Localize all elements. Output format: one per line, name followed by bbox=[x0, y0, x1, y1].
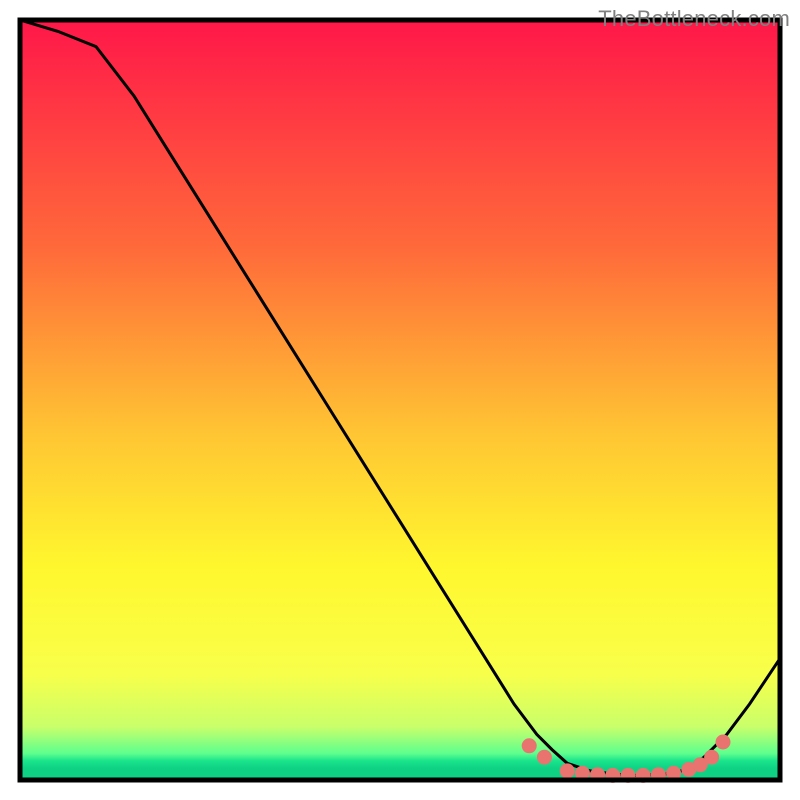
chart-marker bbox=[716, 735, 731, 750]
chart-marker bbox=[522, 738, 537, 753]
chart-svg bbox=[0, 0, 800, 800]
chart-marker bbox=[560, 763, 575, 778]
chart-container: TheBottleneck.com bbox=[0, 0, 800, 800]
chart-marker bbox=[537, 750, 552, 765]
branding-watermark: TheBottleneck.com bbox=[598, 6, 790, 32]
chart-background bbox=[20, 20, 780, 780]
chart-marker bbox=[704, 750, 719, 765]
